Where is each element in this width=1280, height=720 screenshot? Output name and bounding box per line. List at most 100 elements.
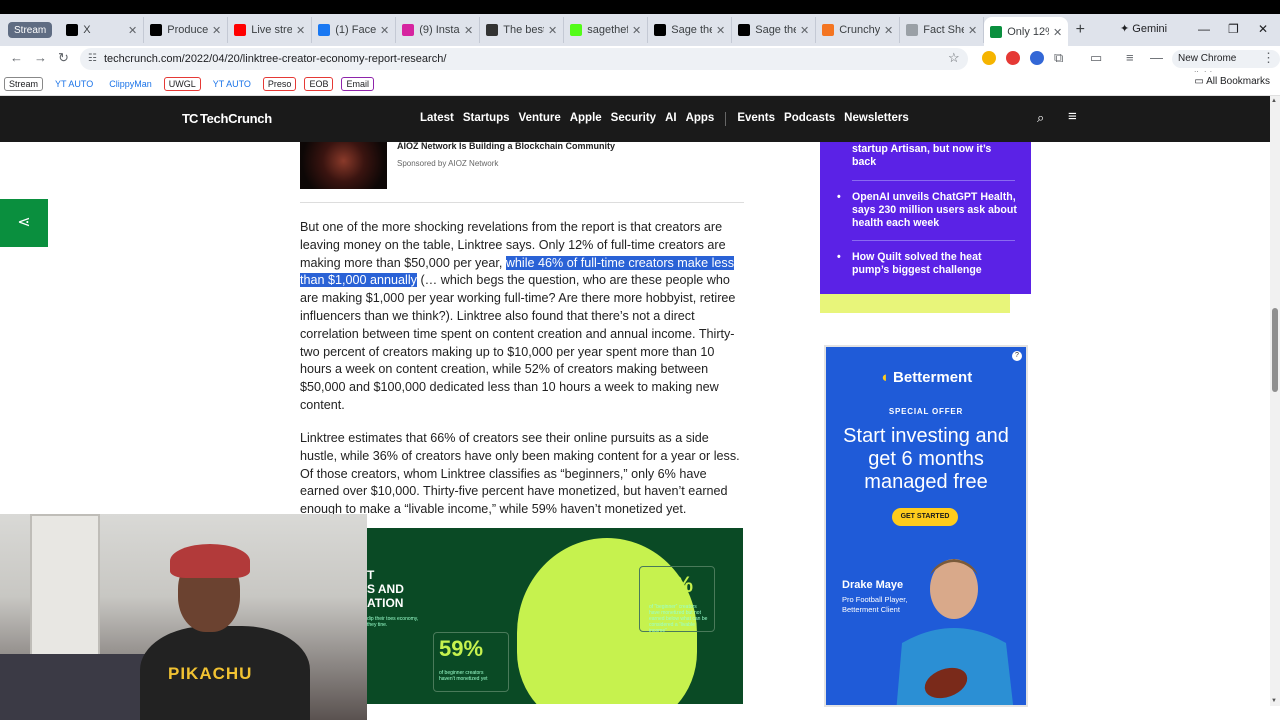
divider: [300, 202, 744, 203]
webcam-overlay: PIKACHU: [0, 514, 367, 720]
browser-tab[interactable]: Producer ✕: [144, 17, 229, 43]
gemini-label: Gemini: [1132, 23, 1168, 35]
browser-tab[interactable]: X ✕: [60, 17, 145, 43]
ad-info-icon[interactable]: ?: [1012, 351, 1022, 361]
nav-link-podcasts[interactable]: Podcasts: [784, 112, 835, 126]
rail-item-2[interactable]: • OpenAI unveils ChatGPT Health, says 230…: [837, 191, 1018, 230]
bookmark-item[interactable]: Email: [341, 76, 374, 91]
betterment-logo: ◖ Betterment: [826, 369, 1026, 386]
hamburger-menu-icon[interactable]: ≡: [1068, 108, 1077, 125]
tab-close-icon[interactable]: ✕: [380, 24, 389, 37]
bookmark-item[interactable]: ClippyMan: [105, 78, 156, 90]
endorser-name: Drake Maye: [842, 579, 904, 591]
linktree-infographic: T S AND ATION dip their toes economy, th…: [367, 528, 743, 704]
nav-link-security[interactable]: Security: [611, 112, 656, 126]
browser-tab[interactable]: Sage the h ✕: [648, 17, 733, 43]
extension-icon-1[interactable]: [982, 51, 996, 65]
rail-item-text: startup Artisan, but now it’s back: [852, 143, 992, 168]
forward-icon[interactable]: →: [34, 50, 47, 65]
nav-link-venture[interactable]: Venture: [519, 112, 561, 126]
page-scrollbar[interactable]: ▲ ▼: [1270, 96, 1280, 706]
tab-close-icon[interactable]: ✕: [548, 24, 557, 37]
rail-item-1[interactable]: startup Artisan, but now it’s back: [840, 143, 1018, 169]
tab-close-icon[interactable]: ✕: [128, 24, 137, 37]
bullet-icon: •: [837, 251, 841, 263]
minimize-icon[interactable]: —: [1198, 22, 1210, 36]
browser-tab[interactable]: Live stream✕: [228, 17, 313, 43]
bookmark-item[interactable]: YT AUTO: [51, 78, 97, 90]
article-paragraph-2: Linktree estimates that 66% of creators …: [300, 431, 740, 517]
browser-tab[interactable]: Sage the h ✕: [732, 17, 817, 43]
cast-icon[interactable]: ▭: [1090, 50, 1102, 66]
browser-tab[interactable]: sagethefo ✕: [564, 17, 649, 43]
betterment-logo-text: Betterment: [893, 369, 973, 386]
stat-35: 35%: [649, 572, 694, 597]
tab-close-icon[interactable]: ✕: [212, 24, 221, 37]
gemini-button[interactable]: ✦ Gemini: [1120, 22, 1167, 35]
close-window-icon[interactable]: ✕: [1258, 22, 1268, 36]
extensions-puzzle-icon[interactable]: ⧉: [1054, 50, 1063, 66]
tab-close-icon[interactable]: ✕: [296, 24, 305, 37]
tab-stream[interactable]: Stream: [8, 22, 53, 38]
browser-tab[interactable]: Crunchyro✕: [816, 17, 901, 43]
scrollbar-thumb[interactable]: [1272, 308, 1278, 392]
chrome-menu-icon[interactable]: ⋮: [1262, 50, 1275, 66]
scroll-down-icon[interactable]: ▼: [1271, 698, 1277, 704]
browser-tab[interactable]: Fact Sheet ✕: [900, 17, 985, 43]
rail-item-3[interactable]: • How Quilt solved the heat pump’s bigges…: [837, 251, 1018, 277]
bookmark-item[interactable]: EOB: [304, 76, 334, 91]
sponsored-title[interactable]: AIOZ Network Is Building a Blockchain Co…: [397, 141, 615, 151]
tab-close-icon[interactable]: ✕: [464, 24, 473, 37]
tab-close-icon[interactable]: ✕: [632, 24, 641, 37]
betterment-mark-icon: ◖: [879, 369, 889, 386]
tab-title: Live stream: [251, 24, 293, 36]
techcrunch-logo[interactable]: TC TechCrunch: [182, 111, 272, 126]
media-icon[interactable]: ≡: [1126, 50, 1134, 65]
bookmark-item[interactable]: Preso: [262, 76, 297, 91]
extension-icon-2[interactable]: [1006, 51, 1020, 65]
tab-close-icon[interactable]: ✕: [968, 24, 977, 37]
get-started-button[interactable]: GET STARTED: [892, 508, 958, 526]
sponsored-image[interactable]: [300, 142, 387, 189]
nav-link-ai[interactable]: AI: [665, 112, 677, 126]
tab-favicon-icon: [822, 24, 835, 36]
reload-icon[interactable]: ↻: [58, 50, 69, 66]
maximize-icon[interactable]: ❐: [1228, 22, 1239, 36]
bookmark-item[interactable]: YT AUTO: [209, 78, 255, 90]
tab-favicon-icon: [234, 24, 247, 36]
bookmark-item[interactable]: Stream: [4, 76, 44, 91]
nav-link-apple[interactable]: Apple: [570, 112, 602, 126]
address-bar[interactable]: ☷ techcrunch.com/2022/04/20/linktree-cre…: [80, 48, 968, 70]
nav-link-startups[interactable]: Startups: [463, 112, 510, 126]
site-info-icon[interactable]: ☷: [88, 48, 97, 70]
bookmark-star-icon[interactable]: ☆: [948, 50, 960, 66]
nav-link-newsletters[interactable]: Newsletters: [844, 112, 909, 126]
tab-close-icon[interactable]: ✕: [884, 24, 893, 37]
bookmark-item[interactable]: UWGL: [163, 76, 201, 91]
betterment-ad[interactable]: ? ◖ Betterment SPECIAL OFFER Start inves…: [824, 345, 1028, 707]
browser-tab[interactable]: (9) Instagr ✕: [396, 17, 481, 43]
extension-icon-3[interactable]: [1030, 51, 1044, 65]
tab-close-icon[interactable]: ✕: [800, 24, 809, 37]
search-icon[interactable]: ⌕: [1037, 110, 1044, 126]
football-player-image: [896, 559, 1014, 705]
tab-title: Fact Sheet: [923, 24, 964, 36]
tab-close-icon[interactable]: ✕: [1053, 26, 1062, 39]
scroll-up-icon[interactable]: ▲: [1271, 98, 1277, 104]
browser-tab[interactable]: (1) Facebo✕: [312, 17, 397, 43]
share-button[interactable]: ⋖: [0, 199, 48, 247]
tab-close-icon[interactable]: ✕: [716, 24, 725, 37]
nav-link-events[interactable]: Events: [737, 112, 775, 126]
rail-banner: [820, 294, 1010, 313]
back-icon[interactable]: ←: [10, 50, 23, 65]
all-bookmarks-button[interactable]: ▭ All Bookmarks: [1194, 76, 1270, 87]
infographic-left-caption: dip their toes economy, they tine.: [367, 616, 419, 628]
nav-link-apps[interactable]: Apps: [686, 112, 715, 126]
browser-tab[interactable]: Only 12% ✕: [984, 17, 1069, 47]
nav-link-latest[interactable]: Latest: [420, 112, 454, 126]
browser-tab[interactable]: The best Ch✕: [480, 17, 565, 43]
webcam-door: [30, 514, 100, 664]
tab-title: The best Ch: [503, 24, 545, 36]
article-paragraph-1: But one of the more shocking revelations…: [300, 219, 746, 415]
new-tab-button[interactable]: +: [1068, 21, 1092, 39]
